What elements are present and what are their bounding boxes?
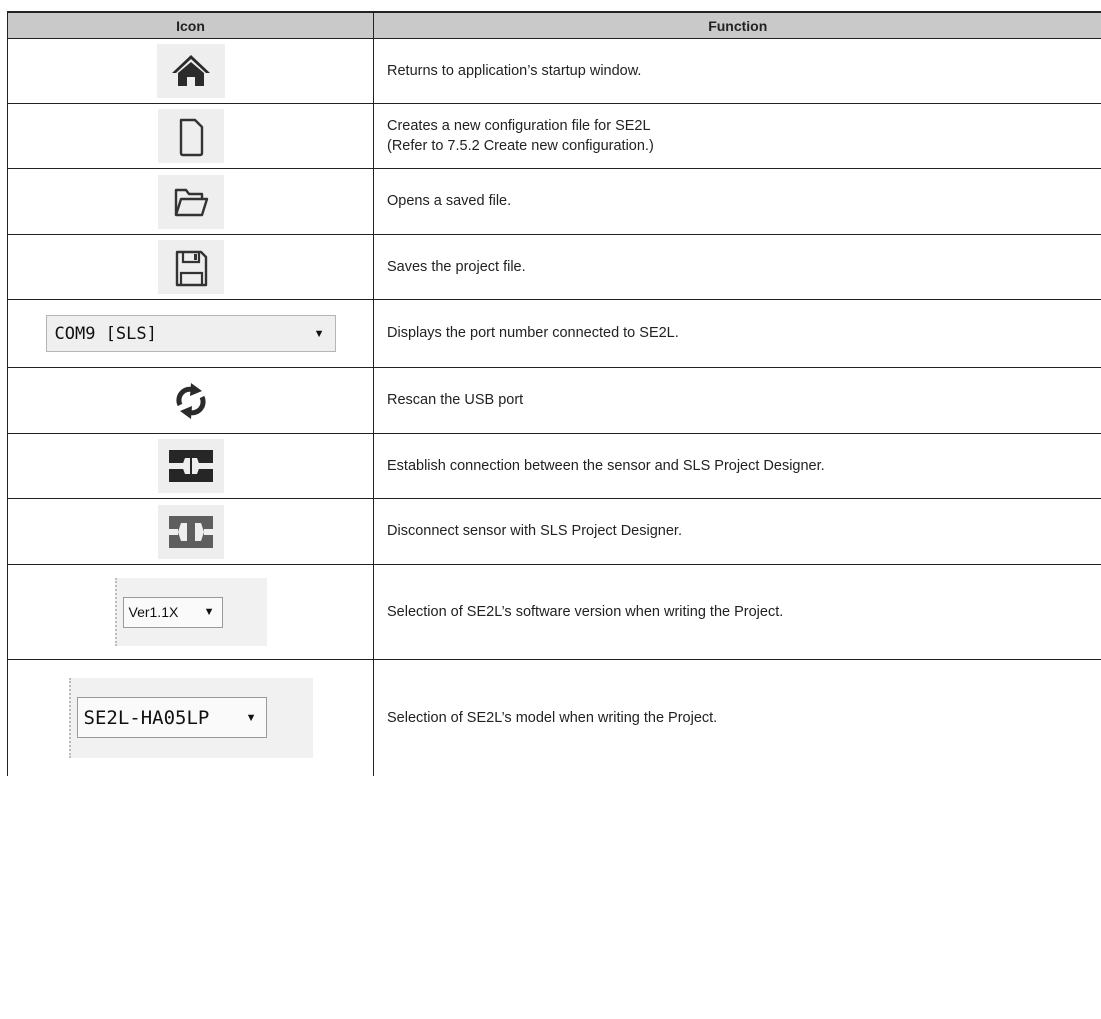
table-row: SE2L-HA05LP ▼ Selection of SE2L’s model …	[7, 659, 1101, 776]
icon-cell: SE2L-HA05LP ▼	[7, 659, 374, 776]
table-row: COM9 [SLS] ▼ Displays the port number co…	[7, 299, 1101, 368]
table-row: Rescan the USB port	[7, 367, 1101, 434]
dropdown-arrow-icon: ▼	[313, 327, 325, 340]
open-folder-icon[interactable]	[157, 174, 224, 229]
version-dropdown[interactable]: Ver1.1X ▼	[122, 596, 223, 628]
port-dropdown[interactable]: COM9 [SLS] ▼	[45, 315, 336, 352]
function-cell: Opens a saved file.	[373, 168, 1101, 235]
new-file-icon[interactable]	[157, 109, 224, 163]
icon-cell	[7, 433, 374, 499]
table-row: Ver1.1X ▼ Selection of SE2L’s software v…	[7, 564, 1101, 660]
function-cell: Creates a new configuration file for SE2…	[373, 103, 1101, 169]
home-icon[interactable]	[156, 44, 225, 98]
connect-icon[interactable]	[157, 439, 224, 493]
model-toolbar: SE2L-HA05LP ▼	[68, 677, 313, 758]
table-header-row: Icon Function	[7, 11, 1101, 39]
icon-cell	[7, 103, 374, 169]
icon-cell	[7, 498, 374, 565]
table-row: Returns to application’s startup window.	[7, 38, 1101, 104]
function-cell: Disconnect sensor with SLS Project Desig…	[373, 498, 1101, 565]
table-row: Disconnect sensor with SLS Project Desig…	[7, 498, 1101, 565]
save-icon[interactable]	[157, 240, 224, 294]
function-cell: Rescan the USB port	[373, 367, 1101, 434]
function-column-header: Function	[373, 11, 1101, 39]
function-cell: Returns to application’s startup window.	[373, 38, 1101, 104]
icon-cell	[7, 38, 374, 104]
dropdown-arrow-icon: ▼	[245, 711, 257, 724]
icon-cell: Ver1.1X ▼	[7, 564, 374, 660]
table-row: Creates a new configuration file for SE2…	[7, 103, 1101, 169]
table-row: Saves the project file.	[7, 234, 1101, 300]
icon-cell: COM9 [SLS] ▼	[7, 299, 374, 368]
icon-column-header: Icon	[7, 11, 374, 39]
table-row: Establish connection between the sensor …	[7, 433, 1101, 499]
function-cell: Selection of SE2L’s model when writing t…	[373, 659, 1101, 776]
version-toolbar: Ver1.1X ▼	[114, 578, 267, 646]
function-cell: Establish connection between the sensor …	[373, 433, 1101, 499]
function-cell: Saves the project file.	[373, 234, 1101, 300]
table-row: Opens a saved file.	[7, 168, 1101, 235]
icon-cell	[7, 367, 374, 434]
model-dropdown[interactable]: SE2L-HA05LP ▼	[76, 697, 267, 739]
refresh-icon[interactable]	[157, 373, 224, 428]
dropdown-arrow-icon: ▼	[203, 606, 215, 618]
icon-cell	[7, 168, 374, 235]
function-cell: Selection of SE2L’s software version whe…	[373, 564, 1101, 660]
function-cell: Displays the port number connected to SE…	[373, 299, 1101, 368]
icon-cell	[7, 234, 374, 300]
icon-function-table: Icon Function Returns to application’s s…	[7, 11, 1101, 776]
disconnect-icon[interactable]	[157, 504, 224, 559]
